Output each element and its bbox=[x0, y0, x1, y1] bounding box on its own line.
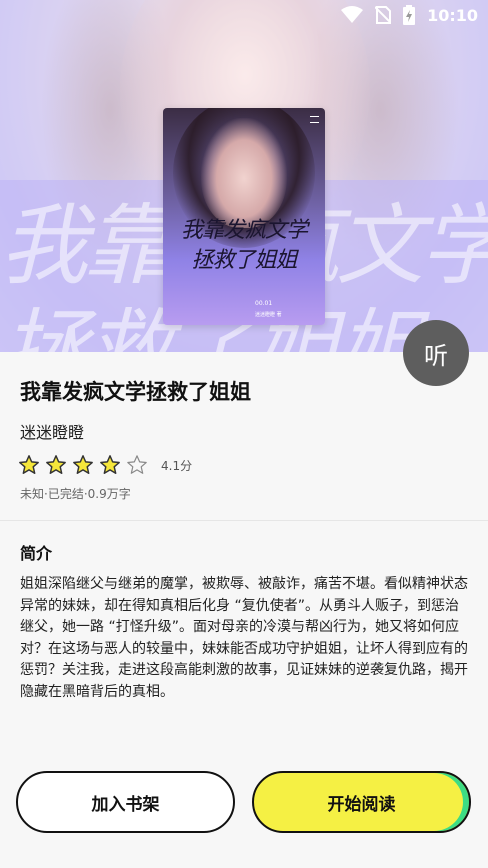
synopsis-heading: 简介 bbox=[20, 544, 53, 563]
cover-title-line1: 我靠发疯文学 bbox=[180, 218, 308, 243]
status-bar: 10:10 bbox=[0, 0, 488, 32]
cover-menu-icon bbox=[310, 116, 319, 123]
book-cover[interactable]: 我靠发疯文学 拯救了姐姐 00.01 迷迷瞪瞪 著 bbox=[163, 108, 325, 325]
cover-author-mini: 迷迷瞪瞪 著 bbox=[255, 312, 282, 318]
star-filled-icon bbox=[46, 455, 66, 474]
status-time: 10:10 bbox=[427, 5, 478, 25]
no-sim-icon bbox=[375, 6, 392, 24]
cover-title-line2: 拯救了姐姐 bbox=[191, 248, 297, 273]
add-to-shelf-button[interactable]: 加入书架 bbox=[16, 771, 235, 833]
star-empty-icon bbox=[127, 455, 147, 474]
divider bbox=[0, 520, 488, 521]
book-meta: 未知·已完结·0.9万字 bbox=[20, 487, 131, 501]
listen-button[interactable]: 听 bbox=[403, 320, 469, 386]
book-author[interactable]: 迷迷瞪瞪 bbox=[20, 419, 84, 443]
battery-charging-icon bbox=[403, 5, 416, 25]
star-filled-icon bbox=[100, 455, 120, 474]
start-reading-button[interactable]: 开始阅读 bbox=[252, 771, 471, 833]
rating: 4.1分 bbox=[18, 454, 192, 476]
cover-portrait bbox=[201, 118, 287, 228]
rating-score: 4.1分 bbox=[161, 458, 193, 473]
star-filled-icon bbox=[19, 455, 39, 474]
book-title: 我靠发疯文学拯救了姐姐 bbox=[20, 380, 251, 404]
wifi-icon bbox=[341, 6, 364, 23]
cover-code: 00.01 bbox=[255, 300, 273, 307]
star-filled-icon bbox=[73, 455, 93, 474]
cover-title: 我靠发疯文学 拯救了姐姐 bbox=[167, 216, 321, 276]
synopsis-text: 姐姐深陷继父与继弟的魔掌，被欺辱、被敲诈，痛苦不堪。看似精神状态异常的妹妹，却在… bbox=[20, 576, 468, 700]
